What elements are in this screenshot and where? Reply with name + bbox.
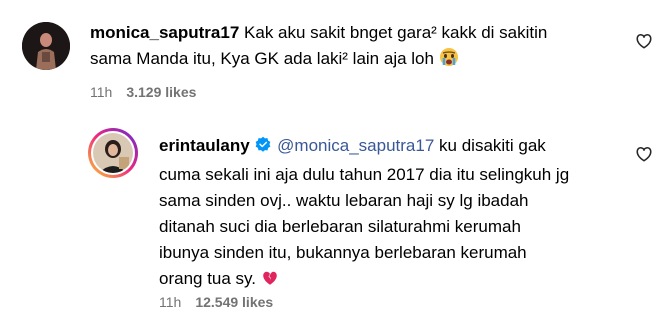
avatar-image [22, 22, 70, 70]
comment-text-line: ibunya sinden itu, bukannya berlebaran k… [159, 243, 527, 262]
broken-heart-icon [261, 269, 279, 295]
heart-outline-icon[interactable] [635, 145, 653, 163]
comment-meta: 11h 12.549 likes [159, 294, 273, 310]
comment-text-line: cuma sekali ini aja dulu tahun 2017 dia … [159, 165, 570, 184]
comment-meta: 11h 3.129 likes [90, 84, 196, 100]
comment-body: monica_saputra17 Kak aku sakit bnget gar… [90, 20, 547, 75]
comment-likes[interactable]: 3.129 likes [126, 84, 196, 100]
comment-text-line: ditanah suci dia berlebaran silaturahmi … [159, 217, 521, 236]
crying-face-icon [439, 47, 459, 75]
verified-badge-icon [254, 136, 272, 162]
comment-text-line: Kak aku sakit bnget gara² kakk di sakiti… [244, 23, 548, 42]
heart-outline-icon[interactable] [635, 32, 653, 50]
avatar[interactable] [88, 128, 138, 178]
avatar-image [93, 133, 133, 173]
comment-text-line: orang tua sy. [159, 269, 257, 288]
comment-time[interactable]: 11h [159, 294, 181, 310]
avatar[interactable] [22, 22, 70, 70]
comment-text-line: sama sinden ovj.. waktu lebaran haji sy … [159, 191, 529, 210]
mention-link[interactable]: @monica_saputra17 [277, 136, 434, 155]
comment-username[interactable]: monica_saputra17 [90, 23, 239, 42]
comment-time[interactable]: 11h [90, 84, 112, 100]
comment-username[interactable]: erintaulany [159, 136, 250, 155]
comment-body: erintaulany @monica_saputra17 ku disakit… [159, 133, 569, 295]
comment-text-line: sama Manda itu, Kya GK ada laki² lain aj… [90, 49, 434, 68]
comment-text-line: ku disakiti gak [434, 136, 546, 155]
comment-likes[interactable]: 12.549 likes [195, 294, 273, 310]
